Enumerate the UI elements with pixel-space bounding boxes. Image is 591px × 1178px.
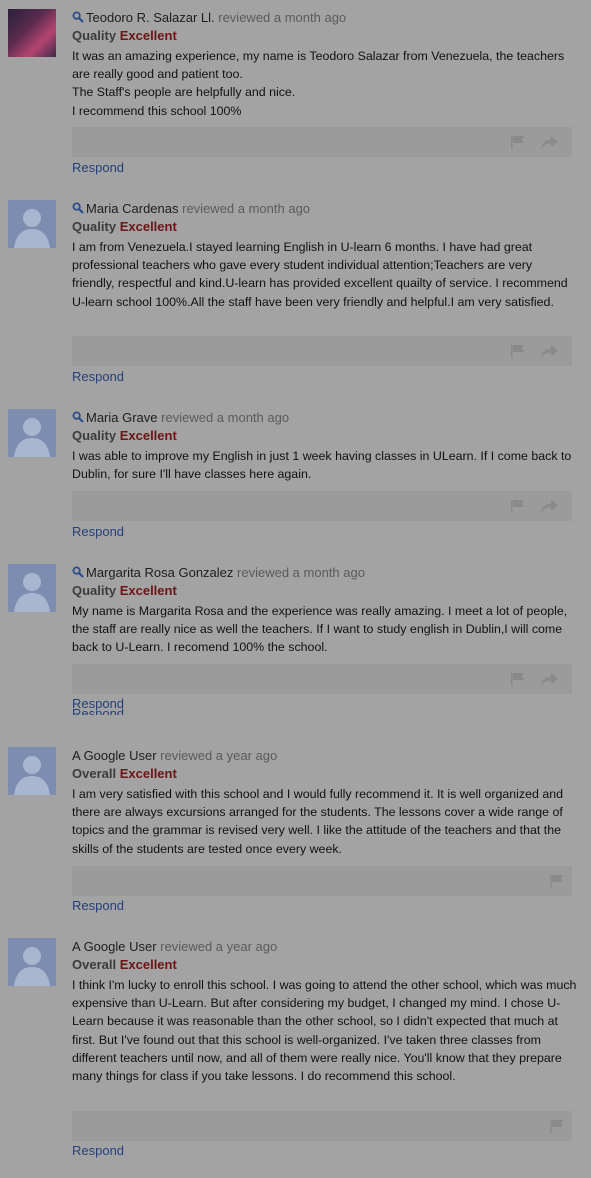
review-action-bar <box>72 664 572 694</box>
flag-icon[interactable] <box>550 875 564 888</box>
search-icon[interactable] <box>72 411 84 423</box>
rating-aspect: Quality <box>72 28 117 43</box>
respond-link[interactable]: Respond <box>72 898 124 914</box>
reviewer-name[interactable]: Teodoro R. Salazar Ll. <box>86 10 215 25</box>
avatar[interactable] <box>8 200 56 248</box>
review-text: I am from Venezuela.I stayed learning En… <box>72 238 577 311</box>
rating-level: Excellent <box>119 219 177 234</box>
review-header: A Google User reviewed a year ago <box>72 938 277 956</box>
review-line: I was able to improve my English in just… <box>72 449 572 482</box>
rating: Quality Excellent <box>72 427 177 445</box>
review-line: My name is Margarita Rosa and the experi… <box>72 604 568 655</box>
rating: Overall Excellent <box>72 956 177 974</box>
search-icon[interactable] <box>72 11 84 23</box>
reviewer-name[interactable]: Maria Grave <box>86 410 158 425</box>
review-line: I think I'm lucky to enroll this school.… <box>72 978 577 1084</box>
review-date: reviewed a month ago <box>237 565 365 580</box>
default-avatar-icon <box>8 938 56 986</box>
respond-link[interactable]: Respond <box>72 369 124 385</box>
share-arrow-icon[interactable] <box>541 500 558 513</box>
default-avatar-icon <box>8 564 56 612</box>
rating-level: Excellent <box>119 583 177 598</box>
avatar[interactable] <box>8 9 56 57</box>
review-text: I think I'm lucky to enroll this school.… <box>72 976 577 1085</box>
rating-aspect: Overall <box>72 766 117 781</box>
review-header: A Google User reviewed a year ago <box>72 747 277 765</box>
reviewer-name: A Google User <box>72 748 157 763</box>
review-date: reviewed a month ago <box>182 201 311 216</box>
reviewer-name: A Google User <box>72 939 157 954</box>
respond-link[interactable]: Respond <box>72 160 124 176</box>
review-action-bar <box>72 866 572 896</box>
avatar[interactable] <box>8 747 56 795</box>
flag-icon[interactable] <box>511 673 525 686</box>
reviewer-name[interactable]: Maria Cardenas <box>86 201 179 216</box>
flag-icon[interactable] <box>511 136 525 149</box>
flag-icon[interactable] <box>511 500 525 513</box>
rating-level: Excellent <box>119 766 177 781</box>
default-avatar-icon <box>8 747 56 795</box>
rating: Quality Excellent <box>72 582 177 600</box>
review-line: I am very satisfied with this school and… <box>72 787 564 856</box>
review-line: I recommend this school 100% <box>72 103 242 118</box>
share-arrow-icon[interactable] <box>541 345 558 358</box>
rating: Quality Excellent <box>72 27 177 45</box>
share-arrow-icon[interactable] <box>541 673 558 686</box>
review-header: Maria Grave reviewed a month ago <box>72 409 289 427</box>
review-action-bar <box>72 127 572 157</box>
respond-link[interactable]: Respond <box>72 1143 124 1159</box>
share-arrow-icon[interactable] <box>541 136 558 149</box>
rating-level: Excellent <box>119 28 177 43</box>
review-header: Teodoro R. Salazar Ll. reviewed a month … <box>72 9 346 27</box>
respond-link-clipped: Respond <box>72 708 124 715</box>
review-header: Margarita Rosa Gonzalez reviewed a month… <box>72 564 365 582</box>
rating-aspect: Overall <box>72 957 117 972</box>
review-date: reviewed a month ago <box>161 410 290 425</box>
review-line: I am from Venezuela.I stayed learning En… <box>72 240 568 309</box>
reviewer-name[interactable]: Margarita Rosa Gonzalez <box>86 565 233 580</box>
avatar[interactable] <box>8 409 56 457</box>
review-action-bar <box>72 1111 572 1141</box>
review-date: reviewed a month ago <box>218 10 347 25</box>
rating: Quality Excellent <box>72 218 177 236</box>
rating-aspect: Quality <box>72 583 117 598</box>
review-line: The Staff's people are helpfully and nic… <box>72 85 296 100</box>
review-line: It was an amazing experience, my name is… <box>72 49 565 82</box>
respond-link[interactable]: Respond <box>72 524 124 540</box>
review-header: Maria Cardenas reviewed a month ago <box>72 200 310 218</box>
search-icon[interactable] <box>72 566 84 578</box>
review-date: reviewed a year ago <box>160 748 278 763</box>
search-icon[interactable] <box>72 202 84 214</box>
rating-level: Excellent <box>119 428 177 443</box>
rating-aspect: Quality <box>72 428 117 443</box>
review-action-bar <box>72 336 572 366</box>
review-text: It was an amazing experience, my name is… <box>72 47 577 120</box>
rating: Overall Excellent <box>72 765 177 783</box>
default-avatar-icon <box>8 200 56 248</box>
rating-aspect: Quality <box>72 219 117 234</box>
rating-level: Excellent <box>119 957 177 972</box>
avatar[interactable] <box>8 564 56 612</box>
review-date: reviewed a year ago <box>160 939 278 954</box>
flag-icon[interactable] <box>550 1120 564 1133</box>
review-action-bar <box>72 491 572 521</box>
review-text: My name is Margarita Rosa and the experi… <box>72 602 577 657</box>
review-text: I was able to improve my English in just… <box>72 447 577 483</box>
review-text: I am very satisfied with this school and… <box>72 785 577 858</box>
avatar[interactable] <box>8 938 56 986</box>
flag-icon[interactable] <box>511 345 525 358</box>
default-avatar-icon <box>8 409 56 457</box>
